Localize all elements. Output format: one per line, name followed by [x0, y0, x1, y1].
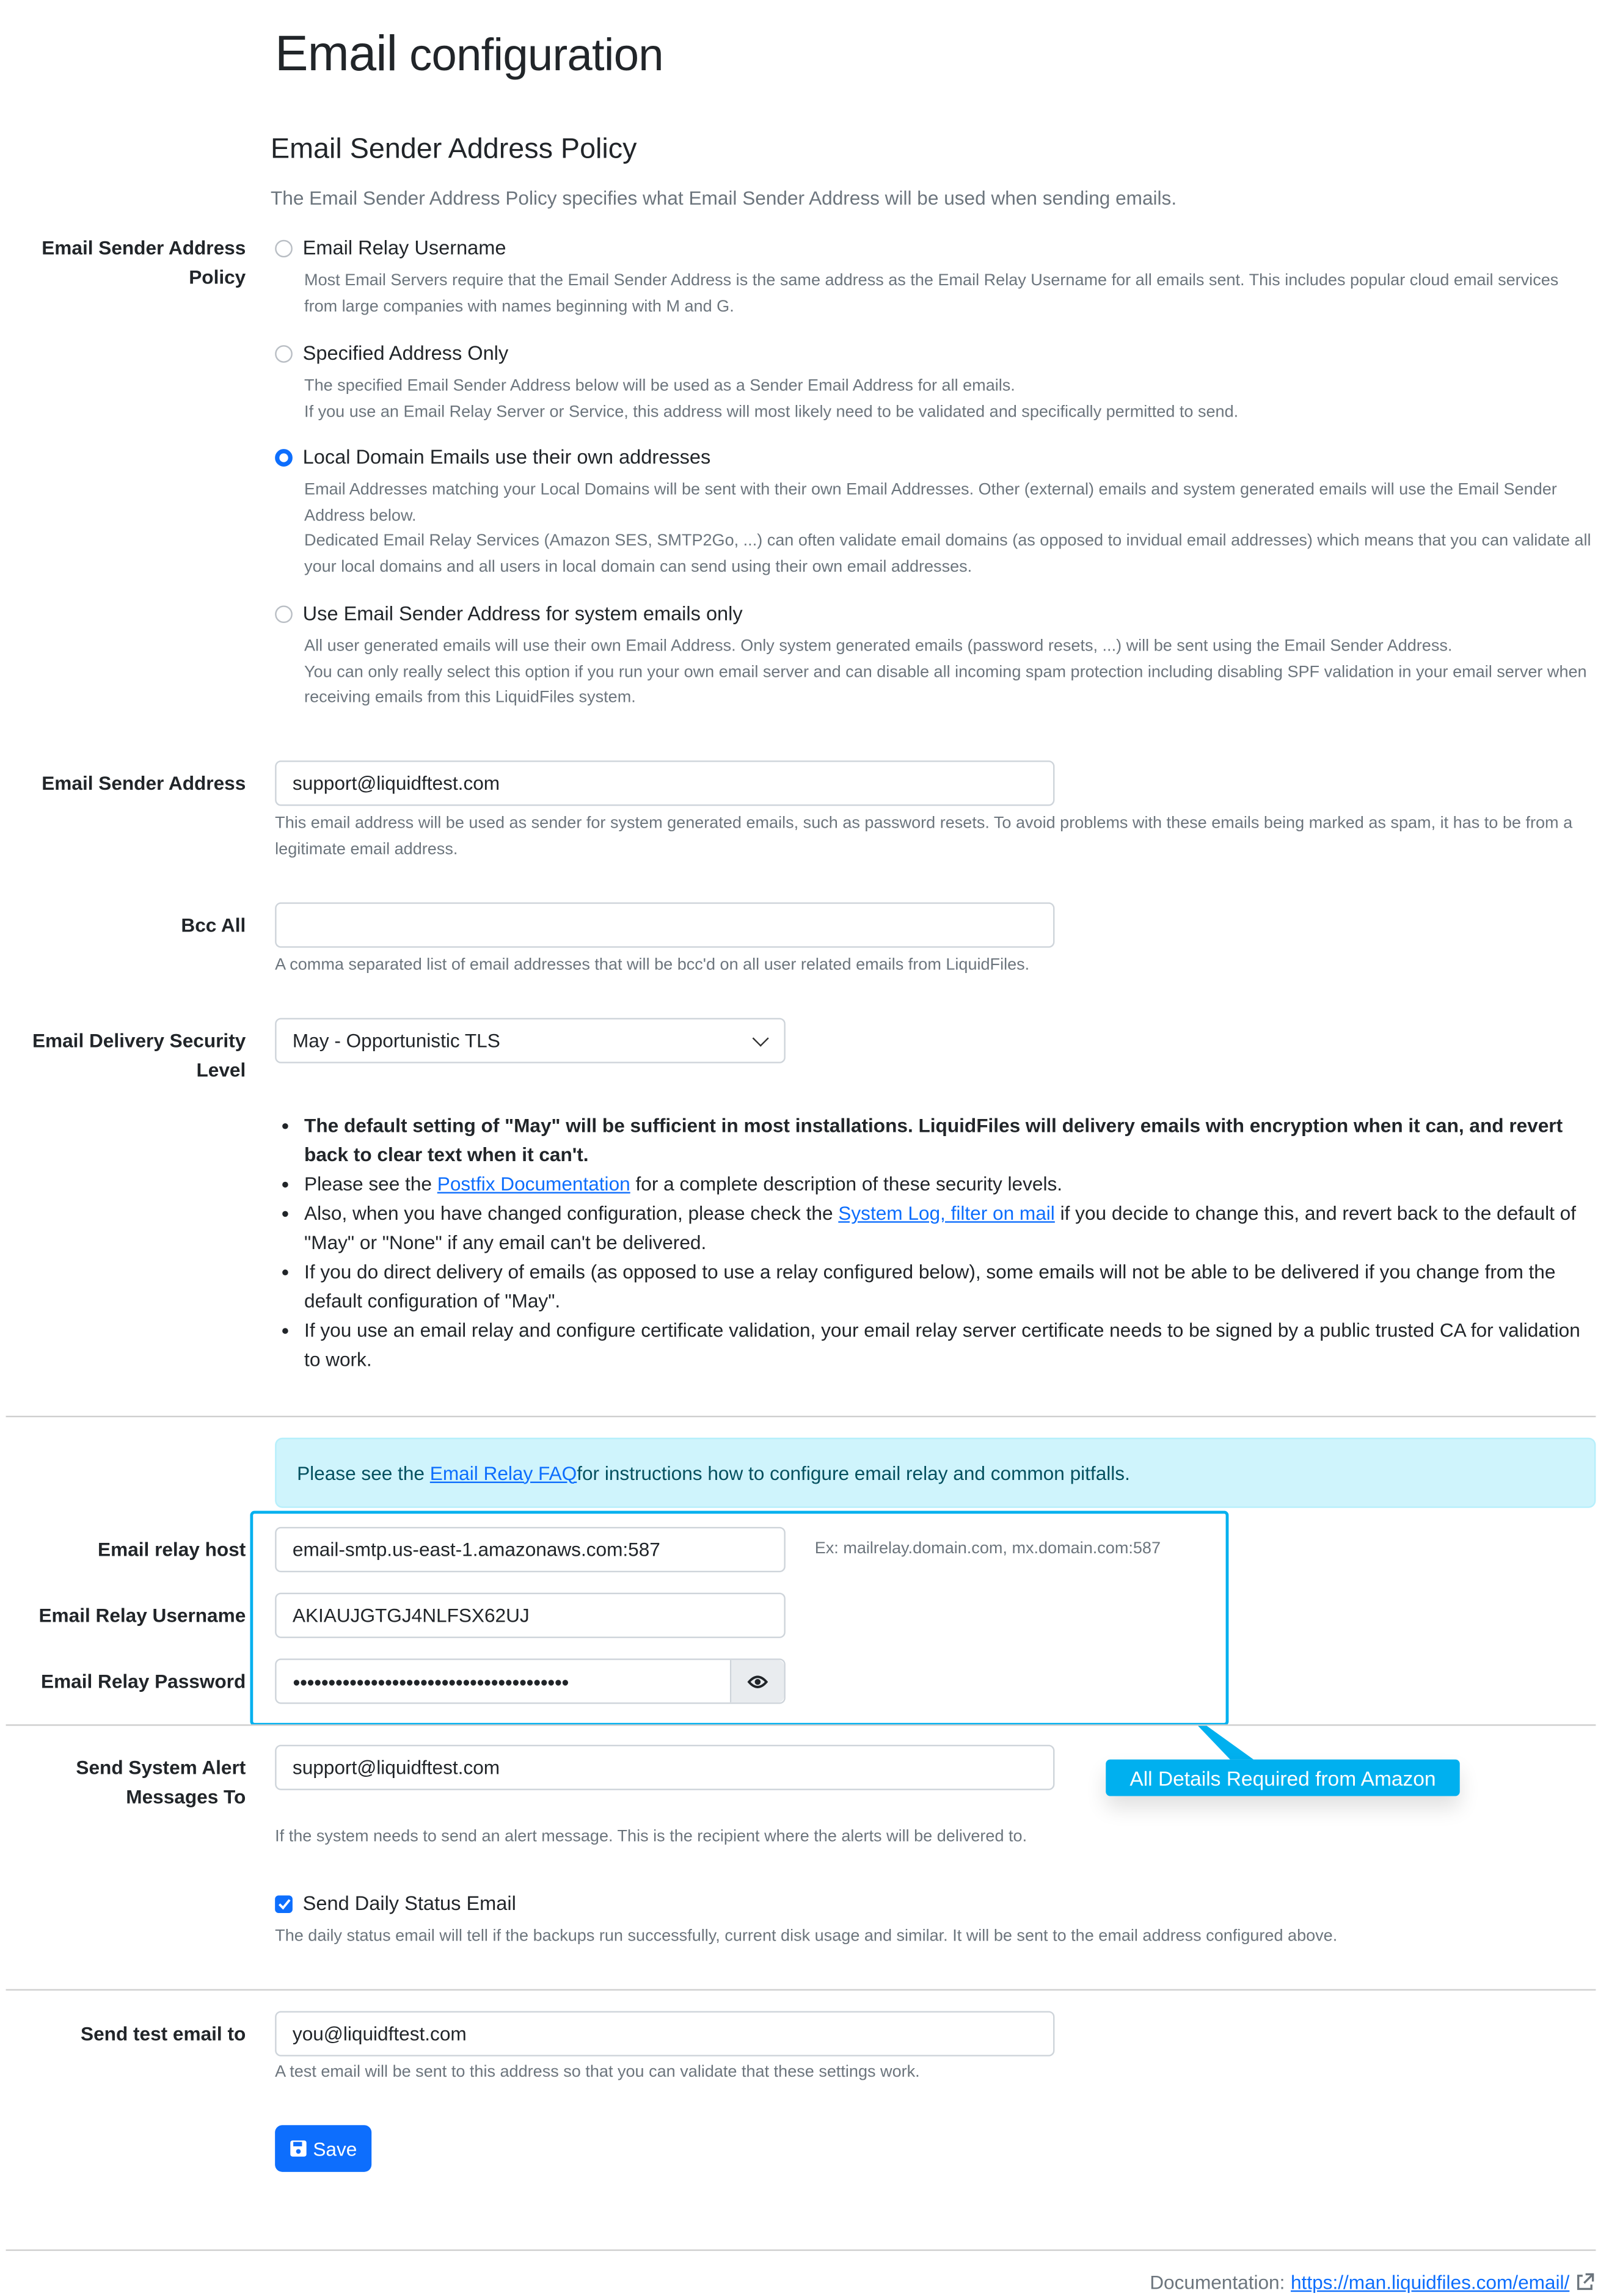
- checkmark-icon: [277, 1898, 290, 1909]
- alerts-to-label: Send System Alert Messages To: [76, 1756, 246, 1808]
- policy-option-local-domain[interactable]: Local Domain Emails use their own addres…: [275, 446, 710, 468]
- note-item: If you do direct delivery of emails (as …: [304, 1258, 1591, 1316]
- test-email-help: A test email will be sent to this addres…: [275, 2063, 920, 2082]
- delivery-security-label: Email Delivery Security Level: [32, 1029, 246, 1081]
- relay-password-label: Email Relay Password: [41, 1670, 246, 1693]
- divider: [5, 1415, 1596, 1418]
- divider: [5, 1989, 1596, 1991]
- relay-username-label: Email Relay Username: [38, 1604, 246, 1627]
- external-link-icon: [1577, 2273, 1594, 2291]
- annotation-highlight-box: [250, 1511, 1229, 1726]
- page-title: Email configuration: [275, 26, 663, 82]
- section-heading-policy: Email Sender Address Policy: [270, 133, 637, 166]
- daily-status-help: The daily status email will tell if the …: [275, 1927, 1338, 1945]
- relay-host-label: Email relay host: [98, 1539, 246, 1561]
- daily-status-checkbox[interactable]: Send Daily Status Email: [275, 1892, 516, 1914]
- radio-icon[interactable]: [275, 605, 293, 622]
- save-button[interactable]: Save: [275, 2125, 372, 2172]
- sender-address-label: Email Sender Address: [42, 772, 246, 795]
- note-item: Also, when you have changed configuratio…: [304, 1199, 1591, 1258]
- email-configuration-page: Email configuration Email Sender Address…: [0, 0, 1609, 2296]
- policy-option-help: Email Addresses matching your Local Doma…: [304, 481, 1591, 576]
- postfix-documentation-link[interactable]: Postfix Documentation: [437, 1173, 630, 1195]
- policy-option-specified-address[interactable]: Specified Address Only: [275, 342, 508, 364]
- test-email-input[interactable]: you@liquidftest.com: [275, 2011, 1055, 2057]
- policy-option-system-only[interactable]: Use Email Sender Address for system emai…: [275, 603, 743, 624]
- radio-icon[interactable]: [275, 344, 293, 362]
- divider: [5, 2249, 1596, 2251]
- chevron-down-icon: [752, 1030, 769, 1047]
- policy-lead-text: The Email Sender Address Policy specifie…: [270, 187, 1177, 210]
- sender-address-input[interactable]: support@liquidftest.com: [275, 760, 1055, 806]
- radio-icon[interactable]: [275, 239, 293, 257]
- email-relay-faq-link[interactable]: Email Relay FAQ: [430, 1462, 577, 1484]
- policy-option-help: All user generated emails will use their…: [304, 638, 1587, 707]
- bcc-all-input[interactable]: [275, 902, 1055, 948]
- bcc-all-label: Bcc All: [181, 914, 246, 936]
- documentation-footer: Documentation: https://man.liquidfiles.c…: [1150, 2272, 1594, 2294]
- checkbox-checked-icon[interactable]: [275, 1895, 293, 1912]
- relay-info-alert: Please see the Email Relay FAQ for instr…: [275, 1437, 1596, 1508]
- bcc-all-help: A comma separated list of email addresse…: [275, 957, 1030, 974]
- policy-label: Email Sender Address Policy: [42, 236, 246, 288]
- policy-option-relay-username[interactable]: Email Relay Username: [275, 237, 506, 259]
- annotation-pointer: [1198, 1726, 1254, 1760]
- sender-address-help: This email address will be used as sende…: [275, 814, 1573, 858]
- system-log-link[interactable]: System Log, filter on mail: [838, 1202, 1055, 1224]
- test-email-label: Send test email to: [81, 2022, 246, 2045]
- documentation-link[interactable]: https://man.liquidfiles.com/email/: [1291, 2272, 1569, 2294]
- alerts-to-input[interactable]: support@liquidftest.com: [275, 1744, 1055, 1790]
- floppy-disk-icon: [290, 2140, 307, 2157]
- radio-selected-icon[interactable]: [275, 448, 293, 466]
- alerts-to-help: If the system needs to send an alert mes…: [275, 1828, 1027, 1846]
- note-item: If you use an email relay and configure …: [304, 1316, 1591, 1375]
- policy-option-help: The specified Email Sender Address below…: [304, 377, 1239, 421]
- divider: [5, 1724, 1596, 1726]
- delivery-security-notes: The default setting of "May" will be suf…: [275, 1112, 1591, 1375]
- annotation-label: All Details Required from Amazon: [1106, 1759, 1460, 1796]
- delivery-security-select[interactable]: May - Opportunistic TLS: [275, 1018, 786, 1063]
- note-item: The default setting of "May" will be suf…: [304, 1112, 1591, 1170]
- policy-option-help: Most Email Servers require that the Emai…: [304, 272, 1559, 316]
- note-item: Please see the Postfix Documentation for…: [304, 1170, 1591, 1200]
